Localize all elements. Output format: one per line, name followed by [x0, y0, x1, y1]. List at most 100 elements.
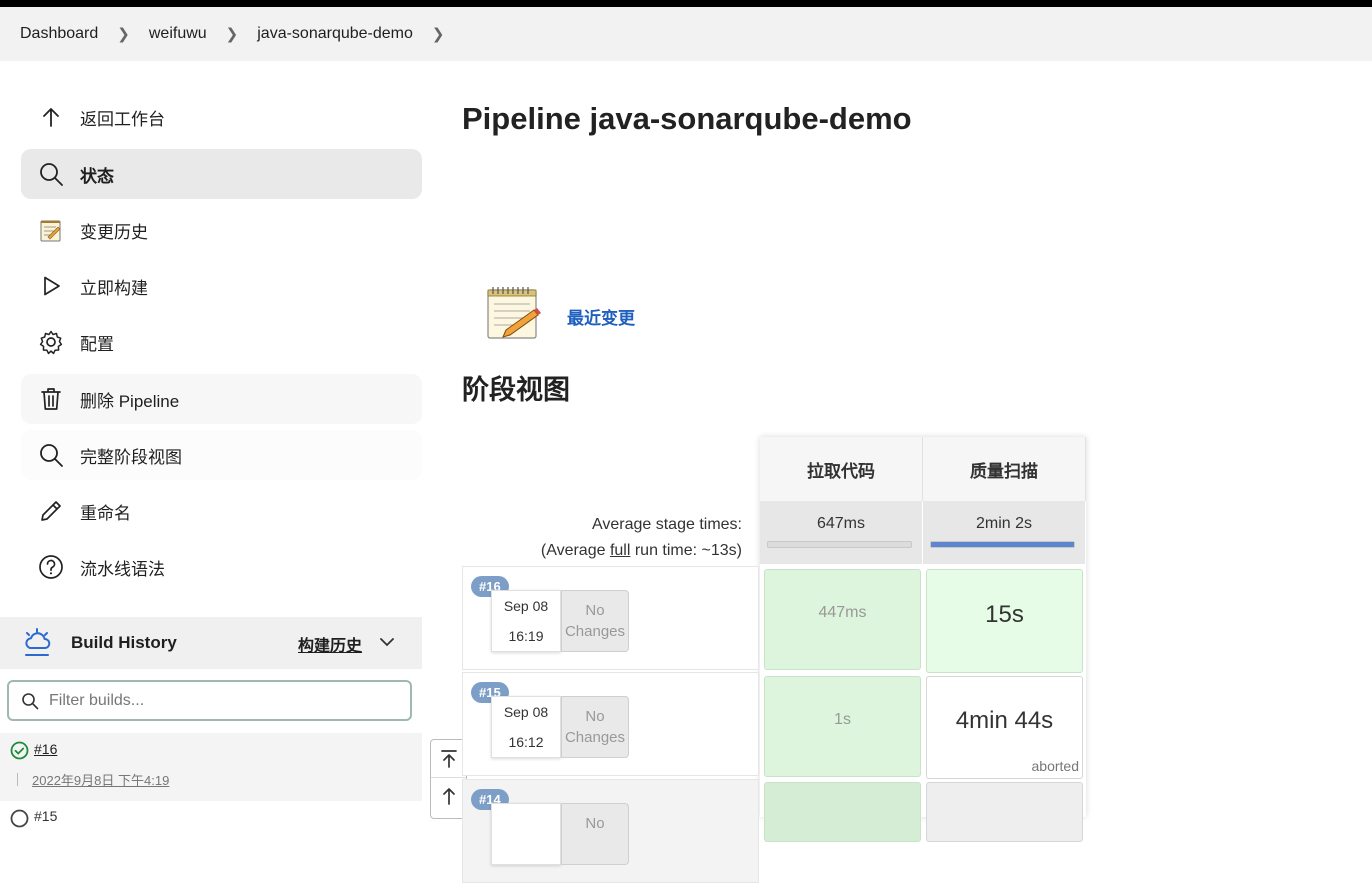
- top-strip: [0, 0, 1372, 7]
- stage-cell-success[interactable]: [764, 782, 921, 842]
- sidebar-item-label: 状态: [80, 166, 114, 186]
- stage-cell-duration: 4min 44s: [955, 707, 1054, 734]
- chevron-right-icon[interactable]: ❯: [432, 25, 445, 43]
- avg-progress-bar: [930, 541, 1075, 548]
- stage-cell-duration: 15s: [985, 601, 1024, 628]
- avg-time-cell: 2min 2s: [923, 501, 1086, 564]
- run-date-day: Sep 08: [503, 598, 549, 614]
- divider: [17, 773, 18, 786]
- sidebar-item-label: 返回工作台: [80, 109, 165, 129]
- chevron-down-icon[interactable]: [378, 633, 396, 656]
- run-row: #14 No: [462, 779, 759, 883]
- sidebar-item-label: 变更历史: [80, 222, 148, 242]
- stage-cell-duration: 447ms: [818, 604, 867, 621]
- run-date: Sep 08 16:12: [491, 696, 561, 758]
- build-history-row: #15: [0, 803, 422, 828]
- play-icon: [36, 271, 66, 301]
- stage-cell-aborted[interactable]: 4min 44s aborted: [926, 676, 1083, 779]
- breadcrumb-job[interactable]: java-sonarqube-demo: [257, 25, 413, 43]
- sidebar-item-back-to-dashboard[interactable]: 返回工作台: [21, 92, 422, 142]
- search-icon: [36, 440, 66, 470]
- avg-progress-bar: [767, 541, 912, 548]
- sidebar-item-delete-pipeline[interactable]: 删除 Pipeline: [21, 374, 422, 424]
- stage-cell-success[interactable]: 1s: [764, 676, 921, 777]
- search-icon: [36, 159, 66, 189]
- run-changes[interactable]: No: [561, 803, 629, 865]
- pencil-icon: [36, 496, 66, 526]
- sidebar-item-label: 流水线语法: [80, 559, 165, 579]
- run-changes[interactable]: No Changes: [561, 696, 629, 758]
- stage-view-heading: 阶段视图: [462, 375, 570, 405]
- run-changes-line: No: [585, 815, 605, 832]
- sidebar-item-label: 完整阶段视图: [80, 447, 182, 467]
- run-date-time: 16:12: [508, 734, 544, 750]
- page-title: Pipeline java-sonarqube-demo: [462, 101, 912, 136]
- help-icon: [36, 552, 66, 582]
- run-changes-line: Changes: [564, 623, 626, 640]
- run-changes-line: No: [585, 708, 605, 725]
- average-prefix: (Average: [540, 542, 610, 559]
- build-date-link[interactable]: 2022年9月8日 下午4:19: [32, 770, 169, 789]
- stage-cell-status: aborted: [1031, 758, 1079, 774]
- trash-icon: [36, 384, 66, 414]
- breadcrumb-dashboard[interactable]: Dashboard: [20, 25, 98, 43]
- run-changes-line: Changes: [564, 729, 626, 746]
- build-number-link[interactable]: #16: [34, 741, 57, 757]
- stage-cell-success[interactable]: 15s: [926, 569, 1083, 673]
- run-date: Sep 08 16:19: [491, 590, 561, 652]
- build-number-link[interactable]: #15: [34, 808, 57, 824]
- scroll-to-top-button[interactable]: [431, 740, 466, 777]
- gear-icon: [36, 327, 66, 357]
- weather-icon: [21, 627, 53, 659]
- stage-header-checkout: 拉取代码: [760, 437, 923, 501]
- sidebar-item-full-stage-view[interactable]: 完整阶段视图: [21, 430, 422, 480]
- build-history-row: #16 2022年9月8日 下午4:19: [0, 733, 422, 801]
- sidebar-item-label: 删除 Pipeline: [80, 391, 180, 411]
- build-history-header: Build History 构建历史: [0, 617, 422, 669]
- chevron-right-icon: ❯: [225, 26, 239, 43]
- filter-placeholder: Filter builds...: [49, 691, 145, 709]
- average-stage-times-text: Average stage times:: [591, 516, 742, 533]
- filter-builds-input[interactable]: Filter builds...: [7, 680, 412, 721]
- sidebar-item-label: 立即构建: [80, 278, 148, 298]
- status-icon: [10, 809, 29, 828]
- sidebar-item-configure[interactable]: 配置: [21, 317, 422, 367]
- avg-progress-fill: [931, 542, 1074, 547]
- success-check-icon: [10, 741, 29, 760]
- search-icon: [21, 692, 39, 710]
- build-history-title: Build History: [71, 633, 177, 652]
- scroll-up-button[interactable]: [431, 777, 466, 814]
- average-suffix: run time: ~13s): [630, 542, 742, 559]
- full-run-link[interactable]: full: [610, 542, 630, 559]
- chevron-right-icon: ❯: [117, 26, 130, 43]
- sidebar-item-pipeline-syntax[interactable]: 流水线语法: [21, 542, 422, 592]
- average-stage-times-label: Average stage times: (Average full run t…: [462, 512, 742, 564]
- run-date-time: 16:19: [508, 628, 544, 644]
- build-history-link[interactable]: 构建历史: [298, 632, 362, 656]
- sidebar-item-rename[interactable]: 重命名: [21, 486, 422, 536]
- run-changes-line: No: [585, 602, 605, 619]
- run-row: #15 Sep 08 16:12 No Changes: [462, 672, 759, 776]
- run-date: [491, 803, 561, 865]
- run-date-day: Sep 08: [503, 704, 549, 720]
- sidebar-item-label: 重命名: [80, 503, 131, 523]
- notepad-icon: [36, 215, 66, 245]
- arrow-up-icon: [36, 102, 66, 132]
- stage-cell-duration: 1s: [834, 711, 851, 728]
- breadcrumb: Dashboard ❯ weifuwu ❯ java-sonarqube-dem…: [0, 7, 1372, 61]
- stage-header-quality-scan: 质量扫描: [923, 437, 1086, 501]
- stage-cell-pending[interactable]: [926, 782, 1083, 842]
- sidebar-item-status[interactable]: 状态: [21, 149, 422, 199]
- run-row: #16 Sep 08 16:19 No Changes: [462, 566, 759, 670]
- sidebar-item-changes[interactable]: 变更历史: [21, 205, 422, 255]
- sidebar-item-build-now[interactable]: 立即构建: [21, 261, 422, 311]
- recent-changes-link[interactable]: 最近变更: [567, 304, 635, 329]
- avg-time-value: 2min 2s: [975, 515, 1033, 532]
- run-changes[interactable]: No Changes: [561, 590, 629, 652]
- notepad-icon: [484, 284, 544, 349]
- average-run-time-text: (Average full run time: ~13s): [462, 538, 742, 564]
- stage-cell-success[interactable]: 447ms: [764, 569, 921, 670]
- avg-time-cell: 647ms: [760, 501, 923, 564]
- breadcrumb-weifuwu[interactable]: weifuwu: [149, 25, 207, 43]
- sidebar-item-label: 配置: [80, 334, 114, 354]
